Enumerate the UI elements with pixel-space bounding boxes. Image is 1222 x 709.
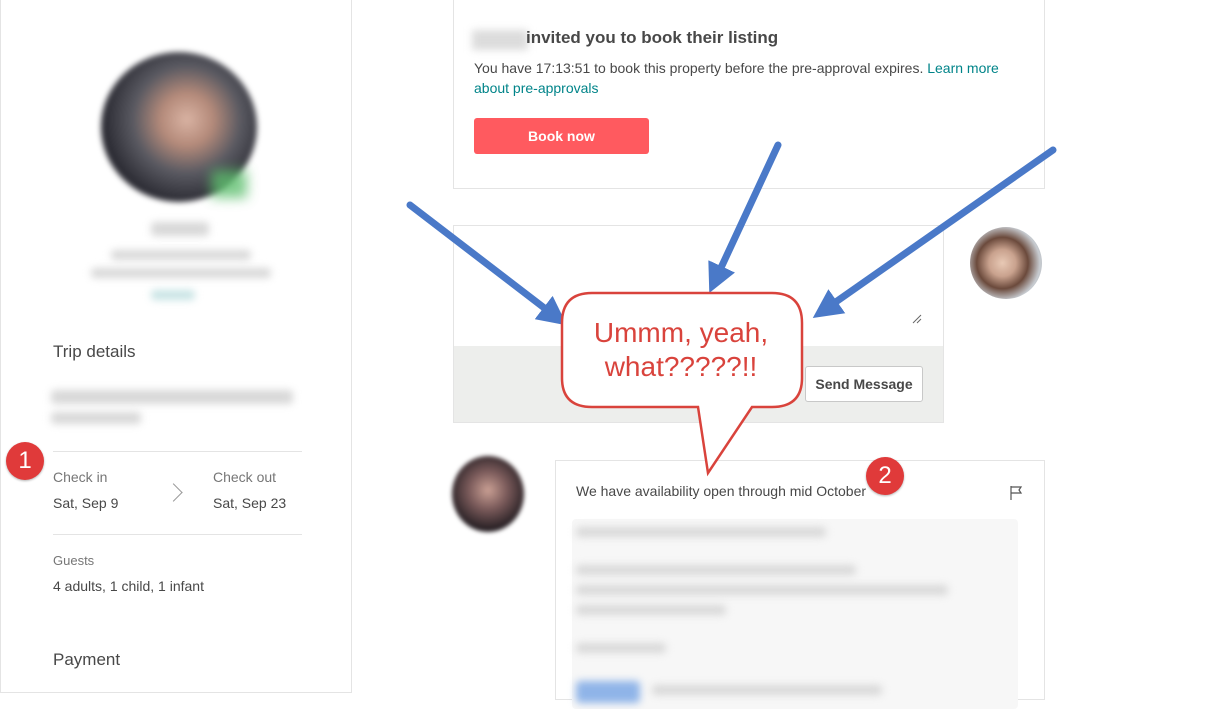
arrow-middle <box>708 141 782 293</box>
speech-bubble <box>560 291 804 477</box>
annotation-overlay <box>406 141 1057 477</box>
arrow-right <box>812 146 1057 319</box>
arrow-left <box>406 201 567 326</box>
